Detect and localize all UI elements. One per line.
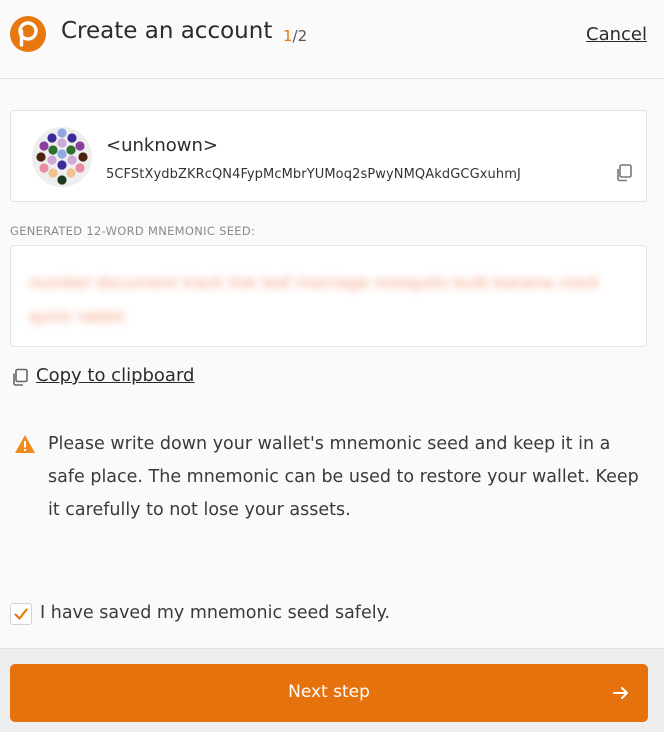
copy-icon (10, 368, 30, 388)
mnemonic-seed-text: number document track link leaf marriage… (29, 273, 600, 326)
identicon (31, 126, 93, 188)
cancel-link[interactable]: Cancel (586, 24, 647, 45)
step-indicator: 1/2 (283, 27, 307, 45)
step-total: /2 (292, 27, 308, 45)
seed-box: number document track link leaf marriage… (10, 245, 647, 347)
polkadot-logo-icon (10, 16, 46, 52)
copy-to-clipboard-label: Copy to clipboard (36, 365, 195, 386)
header: Create an account 1/2 Cancel (0, 0, 664, 79)
copy-address-icon[interactable] (614, 163, 634, 183)
account-card: <unknown> 5CFStXydbZKRcQN4FypMcMbrYUMoq2… (10, 110, 647, 202)
warning-message: Please write down your wallet's mnemonic… (48, 434, 639, 520)
step-current: 1 (283, 27, 293, 45)
warning-icon (14, 434, 36, 454)
page-title: Create an account (61, 18, 273, 44)
account-name: <unknown> (106, 135, 218, 156)
saved-seed-checkbox[interactable] (10, 603, 32, 625)
saved-seed-label[interactable]: I have saved my mnemonic seed safely. (40, 603, 390, 623)
arrow-right-icon (612, 684, 630, 702)
next-step-button[interactable]: Next step (10, 664, 648, 722)
seed-label: GENERATED 12-WORD MNEMONIC SEED: (10, 224, 256, 238)
account-address: 5CFStXydbZKRcQN4FypMcMbrYUMoq2sPwyNMQAkd… (106, 167, 521, 182)
next-step-label: Next step (288, 682, 370, 702)
